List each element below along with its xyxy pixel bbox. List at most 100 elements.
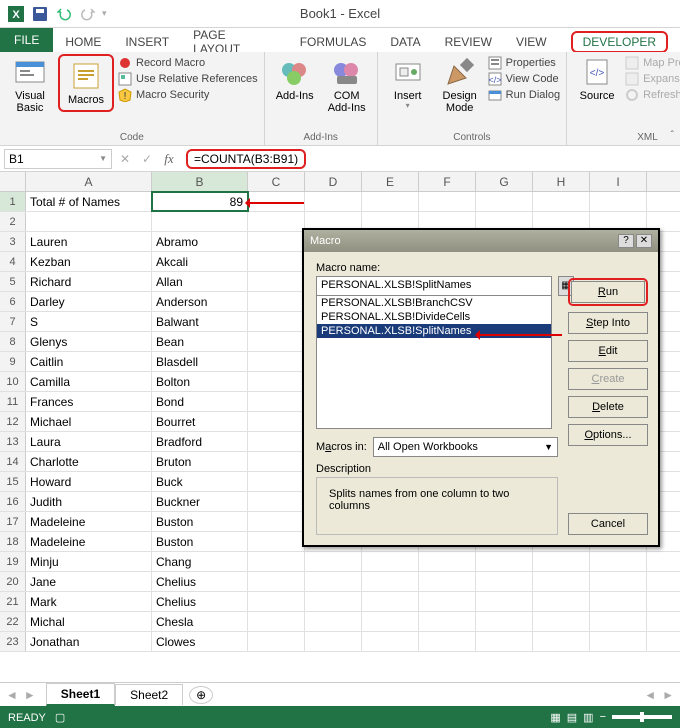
col-header[interactable]: I xyxy=(590,172,647,191)
row-header[interactable]: 12 xyxy=(0,412,26,431)
row-header[interactable]: 5 xyxy=(0,272,26,291)
properties-button[interactable]: Properties xyxy=(488,56,560,70)
row-header[interactable]: 18 xyxy=(0,532,26,551)
cell[interactable] xyxy=(533,612,590,631)
save-icon[interactable] xyxy=(29,3,51,25)
tab-view[interactable]: VIEW xyxy=(504,28,559,52)
cell[interactable] xyxy=(248,572,305,591)
qat-more-icon[interactable]: ▾ xyxy=(102,8,107,19)
grid-row[interactable]: 1Total # of Names89 xyxy=(0,192,680,212)
col-header[interactable]: E xyxy=(362,172,419,191)
cell[interactable] xyxy=(305,192,362,211)
cell[interactable] xyxy=(533,192,590,211)
row-header[interactable]: 11 xyxy=(0,392,26,411)
cell[interactable]: Chang xyxy=(152,552,248,571)
tab-file[interactable]: FILE xyxy=(0,28,53,52)
undo-icon[interactable] xyxy=(53,3,75,25)
cell[interactable] xyxy=(590,592,647,611)
scroll-left-icon[interactable]: ◄ xyxy=(644,688,656,702)
cell[interactable] xyxy=(476,632,533,651)
row-header[interactable]: 6 xyxy=(0,292,26,311)
cell[interactable]: Mark xyxy=(26,592,152,611)
insert-control-button[interactable]: Insert▾ xyxy=(384,54,432,113)
cell[interactable] xyxy=(248,252,305,271)
cell[interactable] xyxy=(248,312,305,331)
cell[interactable]: Camilla xyxy=(26,372,152,391)
cell[interactable] xyxy=(476,192,533,211)
cell[interactable]: Frances xyxy=(26,392,152,411)
cell[interactable]: Jonathan xyxy=(26,632,152,651)
cell[interactable]: Kezban xyxy=(26,252,152,271)
cell[interactable]: Laura xyxy=(26,432,152,451)
cell[interactable]: Bond xyxy=(152,392,248,411)
cell[interactable]: Caitlin xyxy=(26,352,152,371)
cell[interactable] xyxy=(248,492,305,511)
cell[interactable]: Buston xyxy=(152,532,248,551)
cell[interactable]: Clowes xyxy=(152,632,248,651)
cell[interactable]: Bean xyxy=(152,332,248,351)
macros-button[interactable]: Macros xyxy=(62,58,110,108)
col-header[interactable]: C xyxy=(248,172,305,191)
dialog-titlebar[interactable]: Macro ? ✕ xyxy=(304,230,658,252)
cell[interactable]: Buston xyxy=(152,512,248,531)
cancel-formula-icon[interactable]: ✕ xyxy=(114,148,136,170)
cell[interactable]: Charlotte xyxy=(26,452,152,471)
cell[interactable]: Bradford xyxy=(152,432,248,451)
cell[interactable]: S xyxy=(26,312,152,331)
macros-in-select[interactable]: All Open Workbooks▼ xyxy=(373,437,558,457)
cell[interactable] xyxy=(533,592,590,611)
col-header[interactable]: H xyxy=(533,172,590,191)
cell[interactable] xyxy=(305,612,362,631)
run-button[interactable]: Run xyxy=(571,281,645,303)
cell[interactable]: Michael xyxy=(26,412,152,431)
page-layout-view-icon[interactable]: ▤ xyxy=(567,711,577,724)
cell[interactable] xyxy=(248,472,305,491)
row-header[interactable]: 17 xyxy=(0,512,26,531)
select-all-corner[interactable] xyxy=(0,172,26,191)
cell[interactable]: Michal xyxy=(26,612,152,631)
cell[interactable]: Chelius xyxy=(152,592,248,611)
cell[interactable] xyxy=(419,552,476,571)
cell[interactable] xyxy=(590,612,647,631)
normal-view-icon[interactable]: ▦ xyxy=(550,711,560,724)
row-header[interactable]: 4 xyxy=(0,252,26,271)
cell[interactable]: Madeleine xyxy=(26,512,152,531)
sheet-tab[interactable]: Sheet2 xyxy=(115,684,183,705)
grid-row[interactable]: 21MarkChelius xyxy=(0,592,680,612)
cell[interactable]: Abramo xyxy=(152,232,248,251)
formula-input[interactable]: =COUNTA(B3:B91) xyxy=(180,149,680,169)
row-header[interactable]: 10 xyxy=(0,372,26,391)
cell[interactable] xyxy=(248,632,305,651)
cell[interactable] xyxy=(248,392,305,411)
step-into-button[interactable]: Step Into xyxy=(568,312,648,334)
cell[interactable] xyxy=(305,552,362,571)
cell[interactable] xyxy=(419,592,476,611)
cell[interactable]: Chesla xyxy=(152,612,248,631)
col-header[interactable]: B xyxy=(152,172,248,191)
row-header[interactable]: 22 xyxy=(0,612,26,631)
grid-row[interactable]: 23JonathanClowes xyxy=(0,632,680,652)
redo-icon[interactable] xyxy=(77,3,99,25)
close-icon[interactable]: ✕ xyxy=(636,234,652,248)
scroll-right-icon[interactable]: ► xyxy=(662,688,674,702)
cell[interactable]: Bruton xyxy=(152,452,248,471)
cell[interactable] xyxy=(362,572,419,591)
row-header[interactable]: 15 xyxy=(0,472,26,491)
options-button[interactable]: Options... xyxy=(568,424,648,446)
cell[interactable]: Anderson xyxy=(152,292,248,311)
cell[interactable] xyxy=(305,572,362,591)
row-header[interactable]: 13 xyxy=(0,432,26,451)
cell[interactable] xyxy=(362,552,419,571)
cell[interactable] xyxy=(419,192,476,211)
cell[interactable] xyxy=(248,552,305,571)
grid-row[interactable]: 20JaneChelius xyxy=(0,572,680,592)
cell[interactable]: Akcali xyxy=(152,252,248,271)
macro-record-icon[interactable]: ▢ xyxy=(55,712,65,724)
row-header[interactable]: 8 xyxy=(0,332,26,351)
col-header[interactable]: D xyxy=(305,172,362,191)
cell[interactable] xyxy=(476,592,533,611)
cell[interactable] xyxy=(419,612,476,631)
cell[interactable]: Balwant xyxy=(152,312,248,331)
help-icon[interactable]: ? xyxy=(618,234,634,248)
cell[interactable]: Minju xyxy=(26,552,152,571)
